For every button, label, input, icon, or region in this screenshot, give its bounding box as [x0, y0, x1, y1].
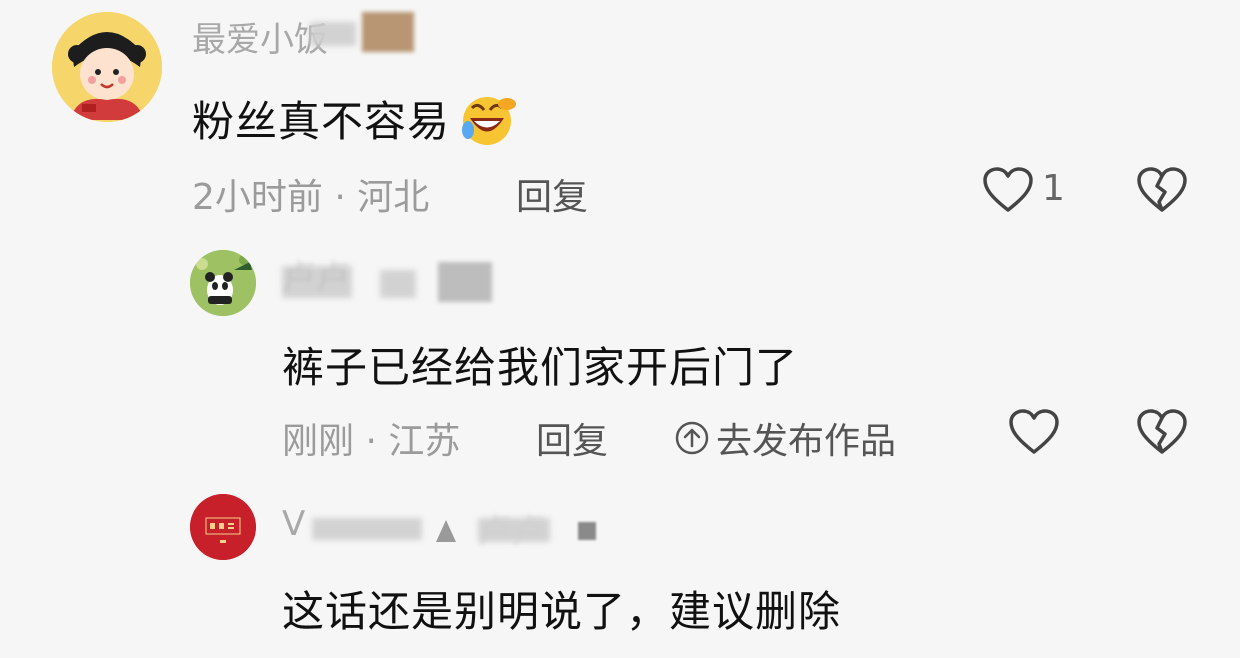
- comment-text: 裤子已经给我们家开后门了: [282, 343, 799, 392]
- heart-icon[interactable]: [982, 166, 1034, 214]
- avatar[interactable]: [52, 12, 162, 122]
- broken-heart-icon[interactable]: [1136, 408, 1188, 456]
- reply-button[interactable]: 回复: [536, 412, 608, 464]
- comment-meta: 2小时前 · 河北: [192, 177, 430, 218]
- redaction-block: [380, 270, 416, 298]
- reply-item: 卢卢 裤子已经给我们家开后门了 刚刚 · 江苏 回复 去发布作品: [0, 240, 1240, 470]
- avatar[interactable]: [190, 494, 256, 560]
- comment-meta: 刚刚 · 江苏: [282, 421, 461, 462]
- redaction-block: [362, 12, 414, 52]
- avatar[interactable]: [190, 250, 256, 316]
- arrow-up-circle-icon: [674, 420, 710, 456]
- username[interactable]: V: [282, 504, 305, 544]
- redaction-block: [438, 262, 492, 302]
- laughing-emoji-icon: [458, 90, 517, 148]
- comment-text: 这话还是别明说了，建议删除: [282, 587, 842, 636]
- username[interactable]: 最爱小饭: [192, 12, 328, 61]
- redaction-block: [310, 22, 356, 46]
- username[interactable]: 卢卢: [282, 250, 350, 299]
- redaction-block: [578, 522, 596, 540]
- broken-heart-icon[interactable]: [1136, 166, 1188, 214]
- reply-arrow-icon: [436, 520, 456, 542]
- reply-button[interactable]: 回复: [516, 168, 588, 220]
- redaction-block: [312, 518, 422, 540]
- redaction-block: [478, 518, 550, 542]
- publish-work-button[interactable]: 去发布作品: [674, 412, 896, 464]
- comment-text: 粉丝真不容易: [192, 88, 517, 149]
- heart-icon[interactable]: [1008, 408, 1060, 456]
- comment-item: 最爱小饭 粉丝真不容易 2小时前 · 河北 回复 1: [0, 0, 1240, 230]
- like-count: 1: [1042, 168, 1065, 209]
- reply-item: V 卢卢 这话还是别明说了，建议删除: [0, 480, 1240, 658]
